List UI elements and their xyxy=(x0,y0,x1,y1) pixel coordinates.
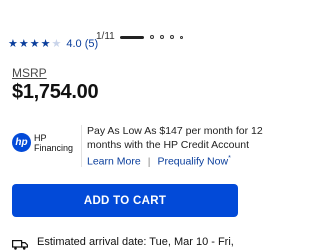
star-icon: ★ xyxy=(18,37,29,50)
hp-logo-icon: hp xyxy=(12,133,31,152)
prequalify-now-link[interactable]: Prequalify Now xyxy=(157,156,228,168)
star-icon: ★ xyxy=(40,37,51,50)
brand-line-1: HP xyxy=(34,133,47,143)
financing-banner: hp HP Financing Pay As Low As $147 per m… xyxy=(0,117,263,175)
financing-links: Learn More | Prequalify Now* xyxy=(87,152,231,169)
learn-more-link[interactable]: Learn More xyxy=(87,156,141,168)
prequalify-footnote-mark: * xyxy=(228,155,231,162)
image-carousel-indicators[interactable] xyxy=(120,33,183,41)
rating-stars: ★ ★ ★ ★ ★ xyxy=(8,37,62,50)
star-empty-icon: ★ xyxy=(51,37,62,50)
carousel-dot[interactable] xyxy=(150,35,154,39)
star-icon: ★ xyxy=(8,37,18,50)
rating-value-link[interactable]: 4.0 (5) xyxy=(66,38,98,50)
financing-offer-line-1: Pay As Low As $147 per month for 12 xyxy=(87,125,263,137)
financing-divider xyxy=(81,125,82,167)
carousel-dot[interactable] xyxy=(160,35,164,39)
carousel-dot[interactable] xyxy=(170,35,174,39)
financing-offer-text: Pay As Low As $147 per month for 12 mont… xyxy=(87,124,263,152)
link-separator: | xyxy=(147,155,151,168)
star-icon: ★ xyxy=(29,37,40,50)
hp-financing-brand: HP Financing xyxy=(34,133,73,153)
product-price: $1,754.00 xyxy=(12,81,99,103)
image-pager-counter: 1/11 xyxy=(96,31,115,42)
arrival-date-text: Estimated arrival date: Tue, Mar 10 - Fr… xyxy=(37,236,234,248)
carousel-dot[interactable] xyxy=(180,35,183,39)
estimated-arrival: Estimated arrival date: Tue, Mar 10 - Fr… xyxy=(12,236,262,250)
financing-offer-line-2: months with the HP Credit Account xyxy=(87,139,250,151)
carousel-active-indicator[interactable] xyxy=(120,35,144,39)
msrp-label[interactable]: MSRP xyxy=(12,66,47,80)
product-rating[interactable]: ★ ★ ★ ★ ★ 4.0 (5) xyxy=(8,38,98,50)
truck-icon xyxy=(12,240,28,250)
brand-line-2: Financing xyxy=(34,143,74,153)
add-to-cart-button[interactable]: ADD TO CART xyxy=(12,184,238,217)
